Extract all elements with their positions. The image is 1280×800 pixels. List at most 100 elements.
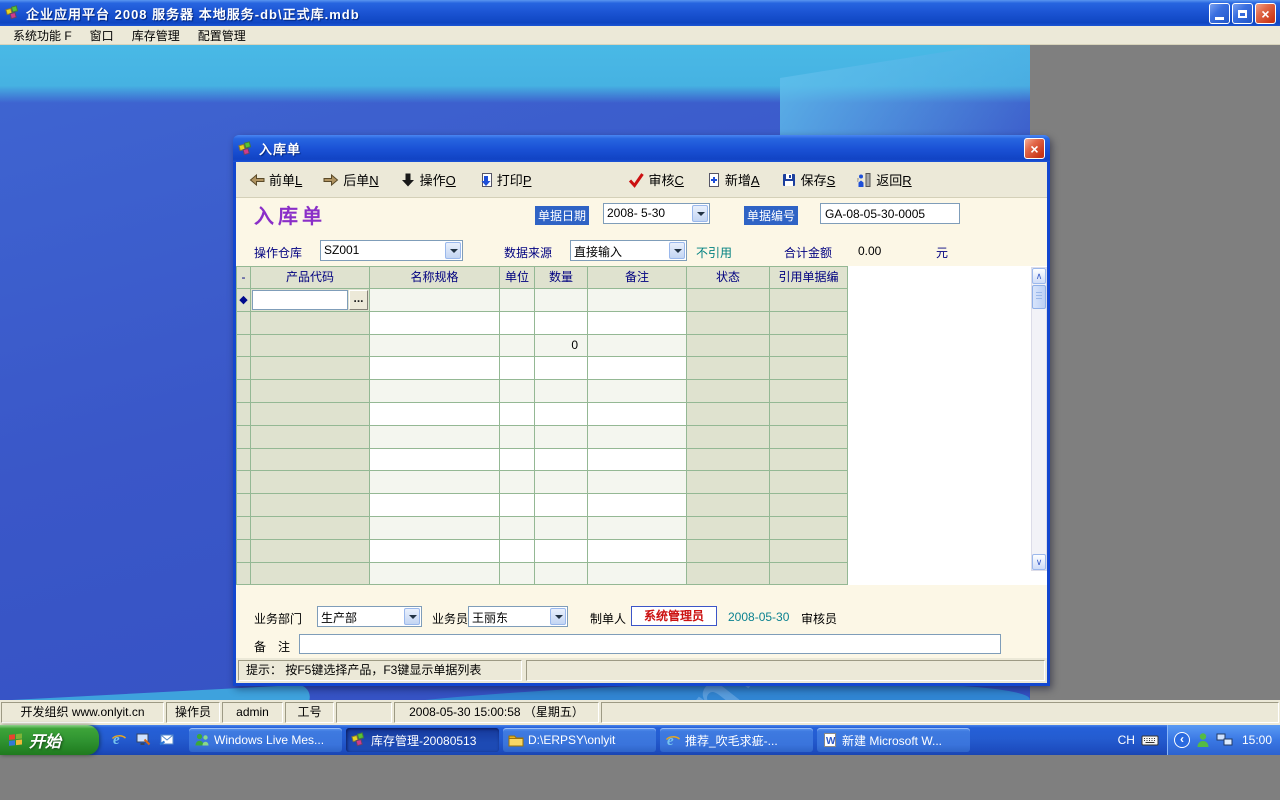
grid-cell[interactable] xyxy=(500,449,535,472)
grid-cell[interactable] xyxy=(370,517,500,540)
grid-cell[interactable] xyxy=(500,312,535,335)
grid-cell[interactable] xyxy=(535,312,588,335)
data-source-select[interactable]: 直接输入 xyxy=(570,240,687,261)
grid-cell[interactable] xyxy=(770,403,848,426)
grid-cell[interactable] xyxy=(687,426,770,449)
audit-button[interactable]: 审核C xyxy=(628,170,683,189)
grid-cell[interactable] xyxy=(251,357,370,380)
clerk-select[interactable]: 王丽东 xyxy=(468,606,568,627)
grid-cell[interactable] xyxy=(500,540,535,563)
grid-cell[interactable]: 0 xyxy=(535,335,588,358)
grid-cell[interactable] xyxy=(687,312,770,335)
prev-doc-button[interactable]: 前单L xyxy=(249,170,302,189)
grid-cell[interactable] xyxy=(535,403,588,426)
minimize-button[interactable] xyxy=(1209,3,1230,24)
chevron-down-icon[interactable] xyxy=(445,242,461,259)
scroll-up-icon[interactable]: ∧ xyxy=(1032,268,1046,284)
task-button-0[interactable]: Windows Live Mes... xyxy=(189,728,342,752)
grid-cell[interactable] xyxy=(535,517,588,540)
grid-cell[interactable] xyxy=(770,471,848,494)
menu-item-3[interactable]: 配置管理 xyxy=(189,26,255,45)
grid-cell[interactable] xyxy=(770,312,848,335)
grid-cell[interactable] xyxy=(535,563,588,586)
grid-cell[interactable] xyxy=(588,494,687,517)
grid-cell[interactable] xyxy=(370,335,500,358)
grid-cell[interactable] xyxy=(251,449,370,472)
doc-date-select[interactable]: 2008- 5-30 xyxy=(603,203,710,224)
grid-cell[interactable] xyxy=(535,357,588,380)
grid-cell[interactable] xyxy=(370,471,500,494)
product-code-editor[interactable]: ... xyxy=(251,289,369,311)
grid-cell[interactable] xyxy=(588,403,687,426)
row-selector[interactable] xyxy=(237,540,251,563)
grid-cell[interactable] xyxy=(588,540,687,563)
grid-cell[interactable] xyxy=(588,426,687,449)
grid-cell[interactable] xyxy=(500,517,535,540)
grid-cell[interactable] xyxy=(770,540,848,563)
next-doc-button[interactable]: 后单N xyxy=(323,170,378,189)
grid-cell[interactable] xyxy=(770,517,848,540)
grid-cell[interactable] xyxy=(500,563,535,586)
grid-cell[interactable] xyxy=(535,494,588,517)
keyboard-icon[interactable] xyxy=(1141,731,1159,749)
grid-cell[interactable] xyxy=(370,289,500,312)
grid-cell[interactable] xyxy=(687,289,770,312)
grid-cell[interactable] xyxy=(370,494,500,517)
grid-cell[interactable] xyxy=(370,540,500,563)
grid-cell[interactable] xyxy=(370,357,500,380)
network-icon[interactable] xyxy=(1216,731,1234,749)
lookup-ellipsis-button[interactable]: ... xyxy=(349,290,368,310)
grid-cell[interactable] xyxy=(770,563,848,586)
scroll-down-icon[interactable]: ∨ xyxy=(1032,554,1046,570)
grid-cell[interactable] xyxy=(500,335,535,358)
grid-cell[interactable] xyxy=(500,289,535,312)
grid-cell[interactable] xyxy=(770,289,848,312)
task-button-4[interactable]: W新建 Microsoft W... xyxy=(817,728,970,752)
grid-cell[interactable] xyxy=(251,312,370,335)
grid-cell[interactable] xyxy=(687,517,770,540)
grid-cell[interactable] xyxy=(251,335,370,358)
warehouse-select[interactable]: SZ001 xyxy=(320,240,463,261)
row-selector[interactable] xyxy=(237,335,251,358)
grid-cell[interactable] xyxy=(588,312,687,335)
grid-scrollbar[interactable]: ∧ ∨ xyxy=(1031,267,1047,571)
grid-cell[interactable] xyxy=(535,471,588,494)
chevron-down-icon[interactable] xyxy=(550,608,566,625)
row-selector[interactable] xyxy=(237,357,251,380)
grid-cell[interactable] xyxy=(535,426,588,449)
task-button-1[interactable]: 库存管理-20080513 xyxy=(346,728,499,752)
row-selector[interactable] xyxy=(237,563,251,586)
grid-cell[interactable] xyxy=(500,380,535,403)
grid-cell[interactable] xyxy=(370,449,500,472)
grid-cell[interactable] xyxy=(588,335,687,358)
grid-cell[interactable] xyxy=(535,540,588,563)
grid-cell[interactable] xyxy=(588,471,687,494)
grid-cell[interactable] xyxy=(251,540,370,563)
grid-cell[interactable] xyxy=(370,563,500,586)
chevron-down-icon[interactable] xyxy=(692,205,708,222)
grid-cell[interactable] xyxy=(770,357,848,380)
grid-cell[interactable] xyxy=(770,380,848,403)
row-selector[interactable] xyxy=(237,494,251,517)
grid-cell[interactable] xyxy=(251,471,370,494)
grid-cell[interactable] xyxy=(588,289,687,312)
hide-icons-chevron-icon[interactable]: ‹ xyxy=(1174,732,1190,748)
grid-cell[interactable] xyxy=(687,540,770,563)
row-selector[interactable] xyxy=(237,403,251,426)
ie-icon[interactable]: e xyxy=(111,731,129,749)
grid-cell[interactable] xyxy=(370,426,500,449)
grid-cell[interactable] xyxy=(370,403,500,426)
grid-cell[interactable] xyxy=(588,380,687,403)
grid-cell[interactable] xyxy=(370,380,500,403)
language-indicator[interactable]: CH xyxy=(1118,733,1135,747)
close-button[interactable]: × xyxy=(1255,3,1276,24)
grid-cell[interactable] xyxy=(687,494,770,517)
row-selector[interactable] xyxy=(237,426,251,449)
grid-cell[interactable] xyxy=(500,403,535,426)
row-selector[interactable] xyxy=(237,517,251,540)
add-new-button[interactable]: 新增A xyxy=(705,170,760,189)
start-button[interactable]: 开始 xyxy=(0,725,99,755)
show-desktop-icon[interactable] xyxy=(135,731,153,749)
grid-cell[interactable] xyxy=(770,335,848,358)
dept-select[interactable]: 生产部 xyxy=(317,606,422,627)
